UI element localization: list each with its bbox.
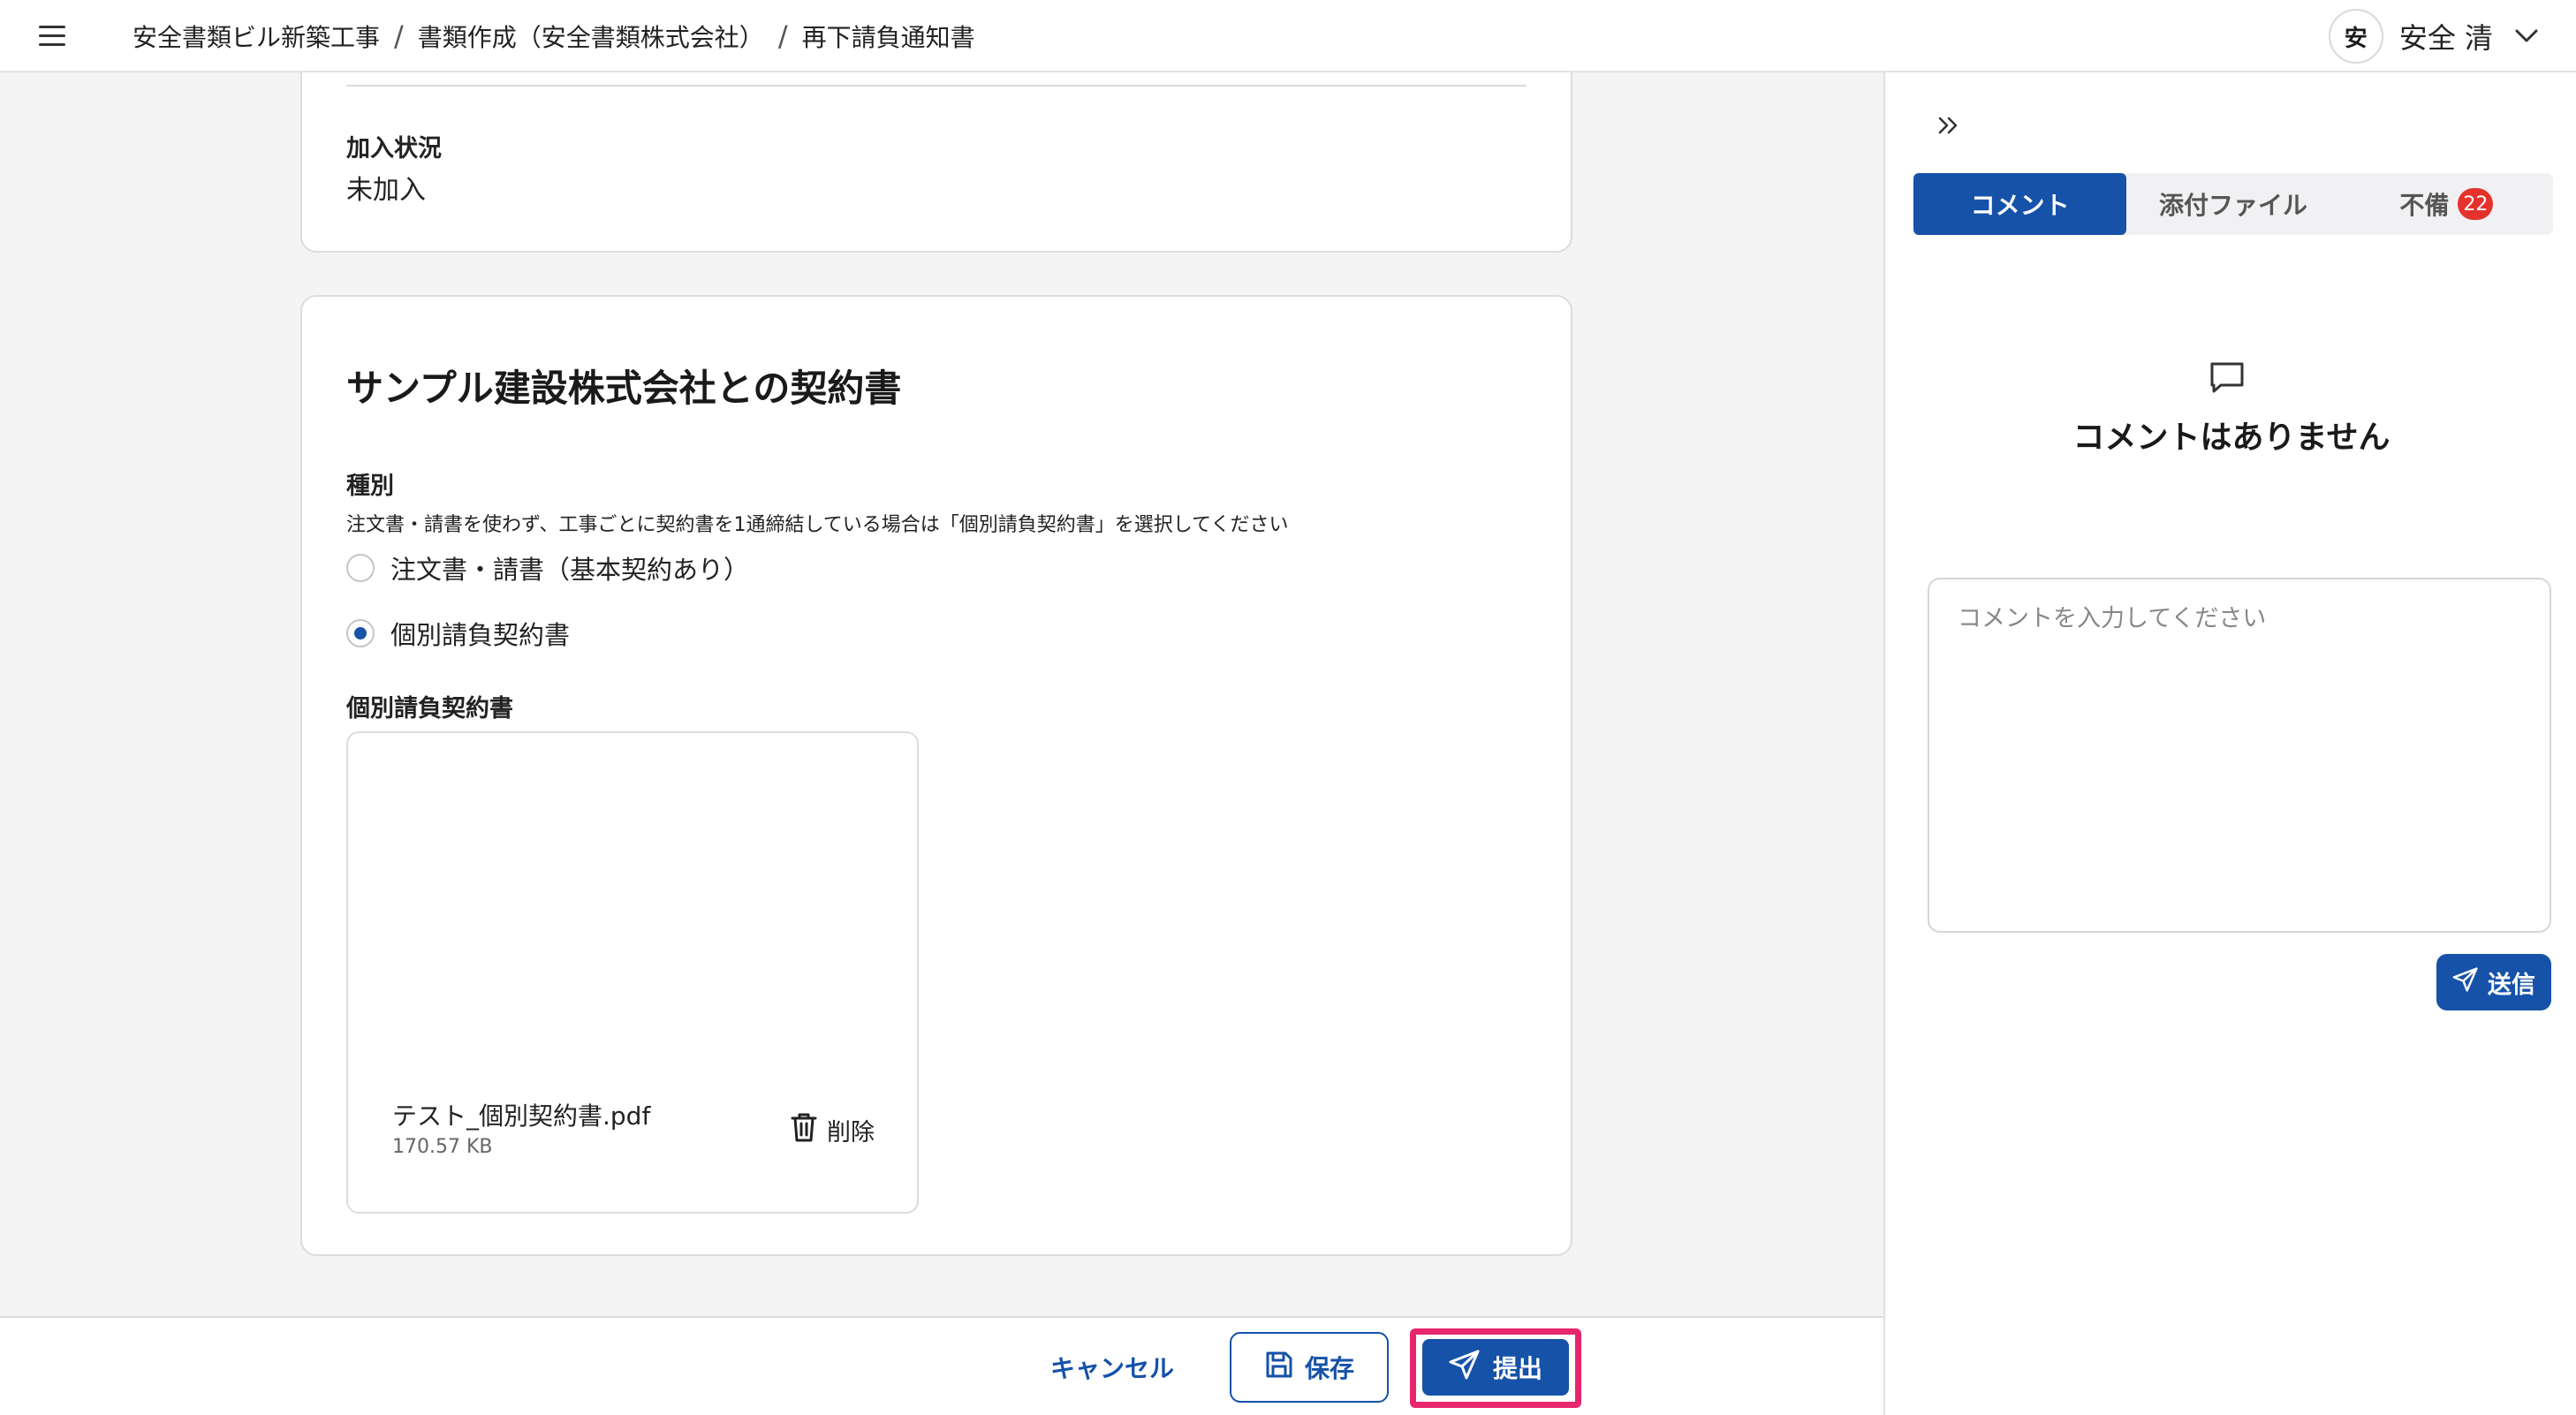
comment-input[interactable]	[1928, 578, 2551, 933]
type-label: 種別	[346, 473, 394, 500]
radio-option-order-form[interactable]: 注文書・請書（基本契約あり）	[346, 549, 749, 586]
radio-option-individual-contract[interactable]: 個別請負契約書	[346, 615, 570, 652]
comment-bubble-icon	[2209, 360, 2246, 396]
double-chevron-right-icon[interactable]	[1931, 108, 1966, 143]
app-header: 安全書類ビル新築工事 / 書類作成（安全書類株式会社） / 再下請負通知書 安 …	[0, 0, 2576, 72]
comment-panel: コメント 添付ファイル 不備 22 コメントはありません 送信	[1883, 72, 2576, 1415]
save-icon	[1264, 1350, 1294, 1386]
breadcrumb-separator: /	[777, 19, 788, 53]
avatar[interactable]: 安	[2328, 9, 2383, 64]
panel-tabs: コメント 添付ファイル 不備 22	[1913, 173, 2553, 235]
tab-label: コメント	[1970, 191, 2070, 220]
main-content[interactable]: 加入状況 未加入 サンプル建設株式会社との契約書 種別 注文書・請書を使わず、工…	[0, 72, 1883, 1316]
submit-button[interactable]: 提出	[1422, 1339, 1569, 1396]
breadcrumb-current-page: 再下請負通知書	[801, 23, 975, 52]
breadcrumb-document-creation[interactable]: 書類作成（安全書類株式会社）	[418, 19, 764, 54]
breadcrumb: 安全書類ビル新築工事 / 書類作成（安全書類株式会社） / 再下請負通知書	[133, 0, 975, 72]
contract-card-title: サンプル建設株式会社との契約書	[346, 367, 902, 410]
enrollment-status-label: 加入状況	[346, 135, 442, 163]
divider	[346, 85, 1527, 87]
save-label: 保存	[1304, 1354, 1354, 1383]
chevron-down-icon[interactable]	[2509, 19, 2544, 54]
tab-comments[interactable]: コメント	[1913, 173, 2127, 235]
send-label: 送信	[2488, 971, 2535, 999]
enrollment-status-value: 未加入	[346, 175, 426, 206]
submit-label: 提出	[1492, 1354, 1542, 1383]
tab-deficiencies[interactable]: 不備 22	[2340, 173, 2553, 235]
user-menu[interactable]: 安 安全 清	[2328, 0, 2544, 72]
save-button[interactable]: 保存	[1230, 1332, 1389, 1403]
radio-label: 個別請負契約書	[390, 620, 571, 650]
send-comment-button[interactable]: 送信	[2436, 954, 2551, 1010]
delete-label: 削除	[827, 1119, 875, 1146]
breadcrumb-separator: /	[394, 19, 404, 53]
file-name[interactable]: テスト_個別契約書.pdf	[392, 1097, 650, 1132]
tab-label: 不備	[2399, 191, 2450, 220]
empty-comments-message: コメントはありません	[2072, 420, 2390, 456]
user-name[interactable]: 安全 清	[2399, 16, 2493, 57]
file-section-label: 個別請負契約書	[346, 695, 513, 723]
hamburger-menu-icon[interactable]	[39, 19, 71, 51]
type-help-text: 注文書・請書を使わず、工事ごとに契約書を1通締結している場合は「個別請負契約書」…	[346, 514, 1289, 536]
send-icon	[1449, 1350, 1481, 1386]
radio-button-checked[interactable]	[346, 619, 375, 647]
radio-button[interactable]	[346, 554, 375, 582]
tab-attachments[interactable]: 添付ファイル	[2126, 173, 2339, 235]
file-card[interactable]: テスト_個別契約書.pdf 170.57 KB 削除	[346, 731, 919, 1214]
action-footer: キャンセル 保存 提出	[0, 1316, 1883, 1415]
tab-label: 添付ファイル	[2158, 191, 2307, 220]
radio-label: 注文書・請書（基本契約あり）	[390, 555, 750, 585]
send-icon	[2452, 966, 2479, 998]
delete-button[interactable]: 削除	[790, 1111, 875, 1149]
deficiency-count-badge: 22	[2458, 188, 2494, 220]
cancel-button[interactable]: キャンセル	[1037, 1341, 1187, 1394]
contract-card: サンプル建設株式会社との契約書 種別 注文書・請書を使わず、工事ごとに契約書を1…	[300, 295, 1572, 1256]
insurance-status-card: 加入状況 未加入	[300, 72, 1572, 253]
trash-icon	[790, 1111, 818, 1149]
file-size: 170.57 KB	[392, 1136, 493, 1158]
breadcrumb-project[interactable]: 安全書類ビル新築工事	[133, 19, 380, 54]
